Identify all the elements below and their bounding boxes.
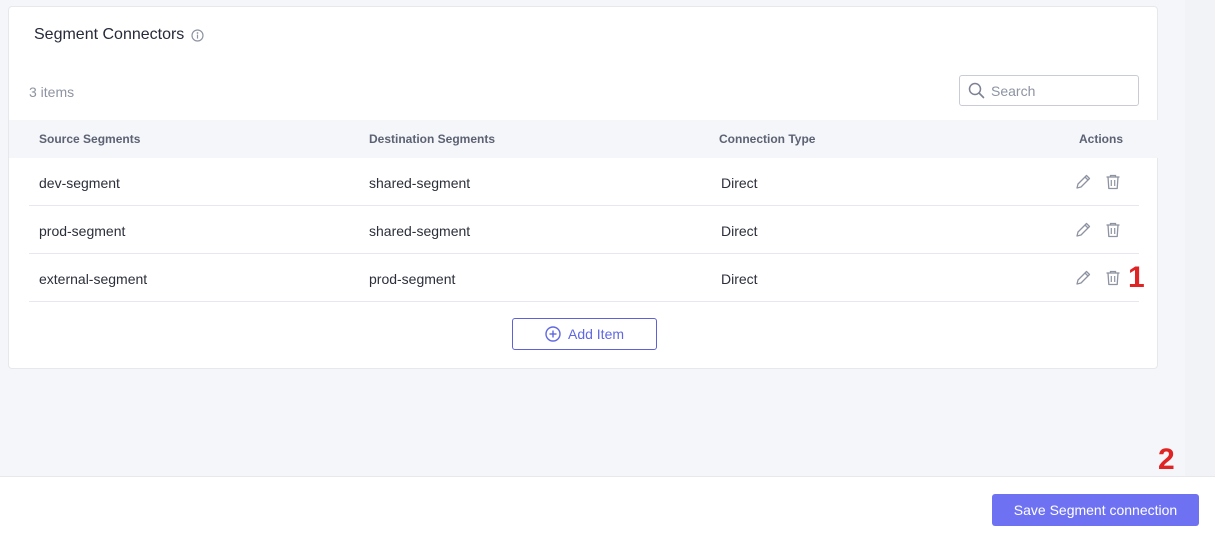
- pencil-icon: [1076, 222, 1091, 237]
- pencil-icon: [1076, 270, 1091, 285]
- edit-button[interactable]: [1074, 173, 1092, 191]
- add-item-label: Add Item: [567, 326, 625, 342]
- trash-icon: [1106, 270, 1120, 286]
- column-header-connection-type[interactable]: Connection Type: [719, 132, 815, 146]
- table-row[interactable]: external-segment prod-segment Direct: [29, 254, 1139, 302]
- info-icon[interactable]: [191, 28, 204, 42]
- delete-button[interactable]: [1104, 221, 1122, 239]
- source-segment-cell: dev-segment: [39, 175, 120, 191]
- column-header-source[interactable]: Source Segments: [39, 132, 140, 146]
- table-row[interactable]: dev-segment shared-segment Direct: [29, 158, 1139, 206]
- destination-segment-cell: shared-segment: [369, 223, 471, 239]
- delete-button[interactable]: [1104, 269, 1122, 287]
- connection-type-cell: Direct: [721, 175, 758, 191]
- column-header-destination[interactable]: Destination Segments: [369, 132, 495, 146]
- scrollbar-track[interactable]: [1185, 0, 1215, 476]
- search-input[interactable]: [991, 82, 1131, 99]
- search-icon: [968, 82, 985, 99]
- table-row[interactable]: prod-segment shared-segment Direct: [29, 206, 1139, 254]
- destination-segment-cell: prod-segment: [369, 271, 456, 287]
- footer-bar: Save Segment connection: [0, 476, 1215, 536]
- segment-connectors-card: Segment Connectors 3 items Source Segmen…: [8, 6, 1159, 369]
- card-title-text: Segment Connectors: [34, 26, 185, 43]
- add-item-button[interactable]: Add Item: [512, 318, 657, 350]
- delete-button[interactable]: [1104, 173, 1122, 191]
- save-segment-connection-button[interactable]: Save Segment connection: [992, 494, 1199, 526]
- source-segment-cell: external-segment: [39, 271, 148, 287]
- destination-segment-cell: shared-segment: [369, 175, 471, 191]
- search-box[interactable]: [959, 75, 1139, 106]
- card-title: Segment Connectors: [34, 26, 204, 44]
- trash-icon: [1106, 222, 1120, 238]
- item-count: 3 items: [29, 84, 75, 100]
- connection-type-cell: Direct: [721, 271, 758, 287]
- edit-button[interactable]: [1074, 269, 1092, 287]
- annotation-marker-2: 2: [1158, 443, 1175, 476]
- annotation-marker-1: 1: [1128, 261, 1145, 294]
- table-header: Source Segments Destination Segments Con…: [9, 120, 1159, 158]
- source-segment-cell: prod-segment: [39, 223, 126, 239]
- pencil-icon: [1076, 174, 1091, 189]
- connection-type-cell: Direct: [721, 223, 758, 239]
- trash-icon: [1106, 174, 1120, 190]
- edit-button[interactable]: [1074, 221, 1092, 239]
- column-header-actions: Actions: [1079, 132, 1124, 146]
- plus-circle-icon: [545, 326, 561, 342]
